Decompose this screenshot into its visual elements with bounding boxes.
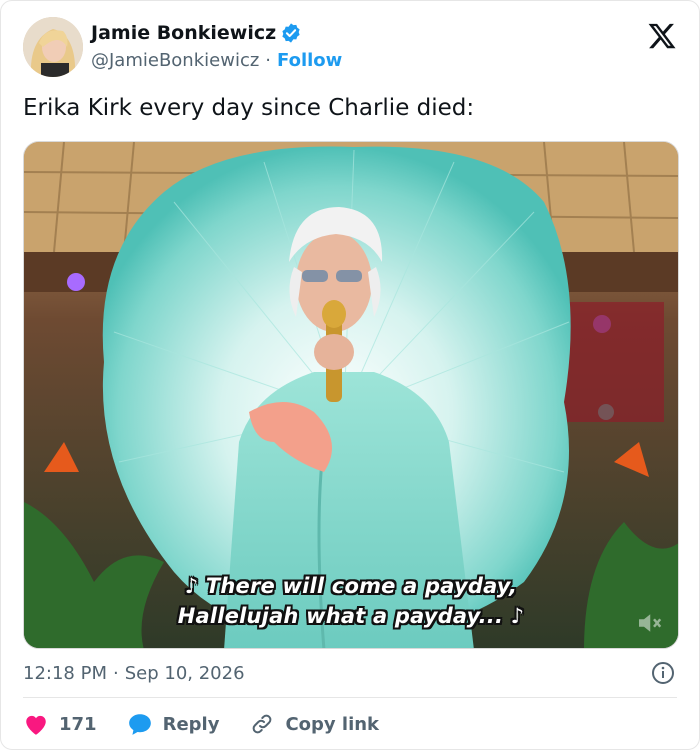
user-block: Jamie Bonkiewicz @JamieBonkiewicz · Foll… [91,19,342,73]
follow-button[interactable]: Follow [277,50,342,71]
meta-separator: · [112,662,119,684]
display-name[interactable]: Jamie Bonkiewicz [91,22,276,44]
like-button[interactable]: 171 [23,712,97,736]
x-logo-icon[interactable] [647,21,677,51]
copy-link-label: Copy link [285,713,380,735]
heart-icon [26,715,46,735]
mute-icon[interactable] [634,608,664,638]
handle[interactable]: @JamieBonkiewicz [91,50,259,71]
verified-badge-icon [282,23,300,43]
name-row: Jamie Bonkiewicz [91,19,342,47]
subtitle-line-2: Hallelujah what a payday... ♪ [177,604,525,628]
tweet-media[interactable]: ♪ There will come a payday, Hallelujah w… [23,141,679,649]
tweet-card: Jamie Bonkiewicz @JamieBonkiewicz · Foll… [0,0,700,750]
reply-button[interactable]: Reply [127,712,220,736]
handle-row: @JamieBonkiewicz · Follow [91,47,342,73]
tweet-header: Jamie Bonkiewicz @JamieBonkiewicz · Foll… [23,17,679,79]
reply-label: Reply [162,713,220,735]
link-icon [253,714,272,734]
action-bar: 171 Reply Copy link [23,709,409,739]
handle-separator: · [265,49,272,71]
tweet-date[interactable]: Sep 10, 2026 [125,663,245,684]
copy-link-button[interactable]: Copy link [249,712,379,736]
subtitle-line-1: ♪ There will come a payday, [184,574,518,598]
info-icon[interactable] [651,661,675,685]
tweet-meta: 12:18 PM · Sep 10, 2026 [23,659,677,687]
media-image [24,142,678,648]
reply-bubble-icon [128,714,151,735]
divider [23,697,677,698]
tweet-time[interactable]: 12:18 PM [23,663,107,684]
avatar[interactable] [23,17,83,77]
tweet-text: Erika Kirk every day since Charlie died: [23,95,475,121]
like-count: 171 [59,713,97,735]
